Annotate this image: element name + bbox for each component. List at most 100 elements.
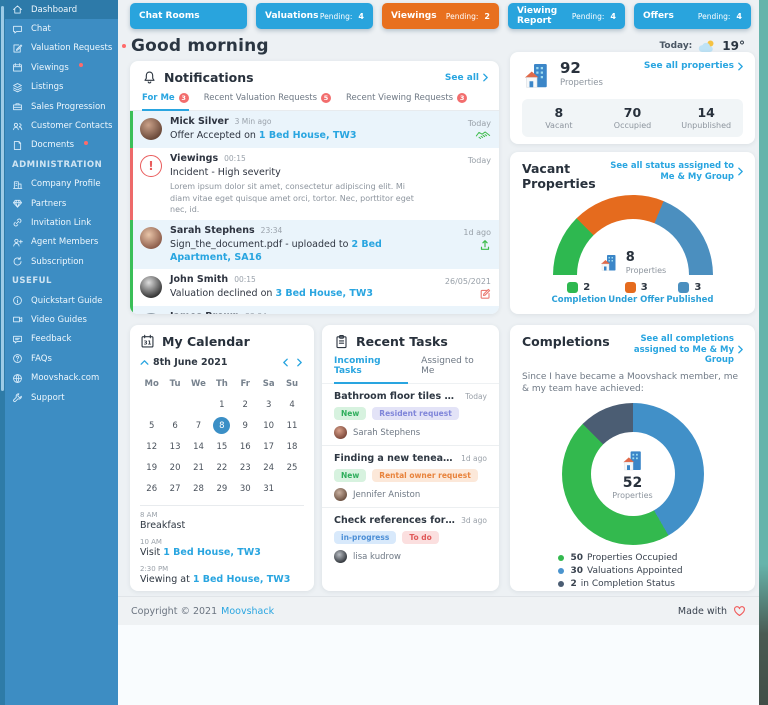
prev-month-icon[interactable]: [283, 358, 288, 367]
day-cell[interactable]: 31: [257, 478, 280, 499]
sidebar-item-feedback[interactable]: Feedback: [5, 330, 118, 349]
chevron-up-icon[interactable]: [140, 360, 149, 365]
legend-under-offer[interactable]: 3 Under Offer: [608, 282, 664, 305]
event-item[interactable]: 10 AM Visit 1 Bed House, TW3: [140, 538, 304, 558]
day-cell-selected[interactable]: 8: [210, 415, 233, 436]
sidebar-item-faqs[interactable]: FAQs: [5, 349, 118, 368]
tab-recent-valuation-requests[interactable]: Recent Valuation Requests 5: [204, 90, 332, 111]
day-cell[interactable]: 25: [280, 457, 303, 478]
see-all-link[interactable]: See all: [445, 73, 488, 83]
sidebar-item-subscription[interactable]: Subscription: [5, 252, 118, 271]
sidebar-item-chat[interactable]: Chat: [5, 19, 118, 38]
day-cell[interactable]: 11: [280, 415, 303, 436]
sidebar-item-moovshack-com[interactable]: Moovshack.com: [5, 368, 118, 387]
day-cell[interactable]: 18: [280, 436, 303, 457]
tab-chat-rooms[interactable]: Chat Rooms: [130, 3, 247, 29]
day-cell[interactable]: 1: [210, 394, 233, 415]
sidebar-item-agent-members[interactable]: Agent Members: [5, 233, 118, 252]
sidebar-item-partners[interactable]: Partners: [5, 194, 118, 213]
sidebar-scrollbar-thumb[interactable]: [1, 6, 4, 391]
dashboard-screen: Dashboard Chat Valuation Requests Viewin…: [0, 0, 768, 705]
notification-row[interactable]: James Brown23:34 uploaded pictures to 1 …: [130, 305, 499, 314]
tab-offers[interactable]: Offers Pending: 4: [634, 3, 751, 29]
sidebar-item-customer-contacts[interactable]: Customer Contacts: [5, 116, 118, 135]
task-item[interactable]: Finding a new teneant at 1... 1d ago New…: [322, 446, 499, 508]
sidebar-item-label: Support: [31, 392, 65, 403]
tab-viewing-report[interactable]: Viewing Report Pending: 4: [508, 3, 625, 29]
day-cell[interactable]: 4: [280, 394, 303, 415]
day-cell[interactable]: 2: [234, 394, 257, 415]
sidebar-item-dashboard[interactable]: Dashboard: [5, 0, 118, 20]
sidebar-item-viewings[interactable]: Viewings: [5, 58, 118, 77]
tab-label: For Me: [142, 93, 175, 103]
day-cell[interactable]: 30: [234, 478, 257, 499]
tab-assigned-to-me[interactable]: Assigned to Me: [421, 354, 487, 384]
legend-dot: [557, 581, 564, 588]
sidebar-item-company-profile[interactable]: Company Profile: [5, 175, 118, 194]
day-cell[interactable]: 10: [257, 415, 280, 436]
brand-link[interactable]: Moovshack: [221, 606, 274, 617]
tab-recent-viewing-requests[interactable]: Recent Viewing Requests 3: [346, 90, 468, 111]
notification-row[interactable]: ! Viewings 00:15 Incident - High severity…: [130, 147, 499, 220]
see-all-properties-link[interactable]: See all properties: [644, 61, 743, 71]
property-link[interactable]: 1 Bed House, TW3: [163, 547, 261, 558]
notification-date: Today: [467, 119, 491, 128]
notification-description: Lorem ipsum dolor sit amet, consectetur …: [170, 182, 414, 214]
legend-published[interactable]: 3 Published: [666, 282, 713, 305]
day-cell[interactable]: 27: [163, 478, 186, 499]
day-cell[interactable]: 28: [187, 478, 210, 499]
sidebar-item-invitation-link[interactable]: Invitation Link: [5, 213, 118, 232]
day-cell[interactable]: 16: [234, 436, 257, 457]
legend-properties-occupied[interactable]: 50 Properties Occupied: [557, 553, 708, 563]
day-cell[interactable]: 29: [210, 478, 233, 499]
day-cell[interactable]: 13: [163, 436, 186, 457]
day-cell[interactable]: 6: [163, 415, 186, 436]
day-cell[interactable]: 14: [187, 436, 210, 457]
day-cell[interactable]: 23: [234, 457, 257, 478]
sidebar-nav: Dashboard Chat Valuation Requests Viewin…: [5, 0, 127, 407]
day-cell[interactable]: 7: [187, 415, 210, 436]
property-link[interactable]: 1 Bed House, TW3: [259, 130, 357, 141]
sidebar-item-sales-progression[interactable]: Sales Progression: [5, 97, 118, 116]
next-month-icon[interactable]: [297, 358, 302, 367]
day-cell[interactable]: 26: [140, 478, 163, 499]
day-cell[interactable]: 9: [234, 415, 257, 436]
properties-count: 92: [560, 59, 581, 77]
sidebar-item-listings[interactable]: Listings: [5, 78, 118, 97]
notification-row[interactable]: John Smith 00:15 Valuation declined on 3 …: [130, 268, 499, 306]
sidebar-item-support[interactable]: Support: [5, 388, 118, 407]
task-item[interactable]: Check references for new t... 3d ago in-…: [322, 508, 499, 569]
see-all-completions-link[interactable]: See all completions assigned to Me & My …: [610, 334, 743, 366]
legend-completion[interactable]: 2 Completion: [552, 282, 606, 305]
tab-viewings[interactable]: Viewings Pending: 2: [382, 3, 499, 29]
legend-completion-status[interactable]: 2 in Completion Status: [557, 579, 708, 589]
property-link[interactable]: 3 Bed House, TW3: [275, 288, 373, 299]
sidebar-item-quickstart-guide[interactable]: Quickstart Guide: [5, 291, 118, 310]
tab-for-me[interactable]: For Me 3: [142, 90, 189, 111]
day-cell[interactable]: 21: [187, 457, 210, 478]
see-all-status-link[interactable]: See all status assigned to Me & My Group: [608, 161, 743, 182]
notification-row[interactable]: Mick Silver 3 Min ago Offer Accepted on 1…: [130, 111, 499, 148]
notification-row[interactable]: Sarah Stephens 23:34 Sign_the_document.pd…: [130, 219, 499, 269]
day-cell[interactable]: 3: [257, 394, 280, 415]
sidebar-item-documents[interactable]: Docments: [5, 136, 118, 155]
day-cell[interactable]: 17: [257, 436, 280, 457]
day-cell[interactable]: 15: [210, 436, 233, 457]
property-link[interactable]: 1 Bed House, TW3: [193, 574, 291, 585]
day-cell[interactable]: 5: [140, 415, 163, 436]
tab-valuations[interactable]: Valuations Pending: 4: [256, 3, 373, 29]
main-area: Chat Rooms Valuations Pending: 4 Viewings…: [118, 0, 759, 705]
task-item[interactable]: Bathroom floor tiles brocken Today New R…: [322, 384, 499, 446]
sidebar-item-valuation-requests[interactable]: Valuation Requests: [5, 39, 127, 58]
day-cell[interactable]: 19: [140, 457, 163, 478]
day-cell[interactable]: 24: [257, 457, 280, 478]
event-item[interactable]: 2:30 PM Viewing at 1 Bed House, TW3: [140, 565, 304, 585]
day-cell[interactable]: 12: [140, 436, 163, 457]
event-item[interactable]: 8 AM Breakfast: [140, 511, 304, 531]
day-cell[interactable]: 22: [210, 457, 233, 478]
legend-valuations-appointed[interactable]: 30 Valuations Appointed: [557, 566, 708, 576]
tab-incoming-tasks[interactable]: Incoming Tasks: [334, 354, 409, 384]
sidebar-item-video-guides[interactable]: Video Guides: [5, 310, 118, 329]
notifications-tabs: For Me 3 Recent Valuation Requests 5 Rec…: [130, 90, 499, 111]
day-cell[interactable]: 20: [163, 457, 186, 478]
